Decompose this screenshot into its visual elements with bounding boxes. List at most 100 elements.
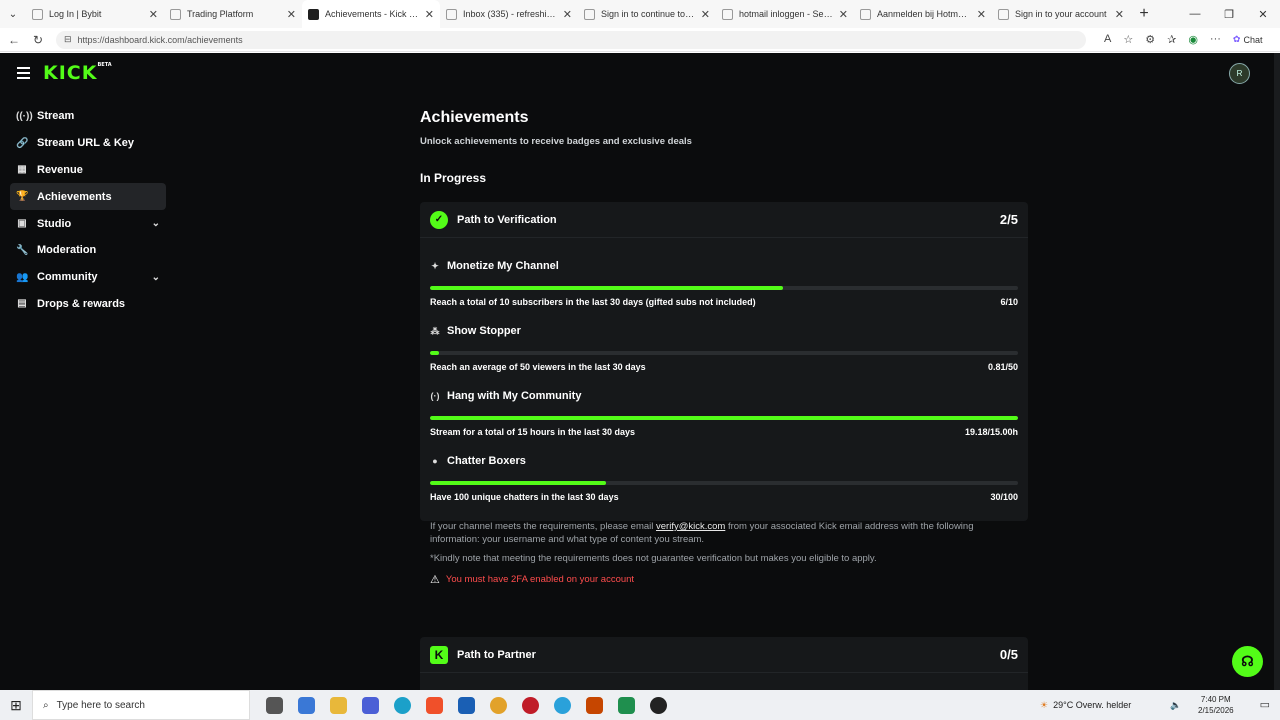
sidebar-item-label: Revenue [37, 163, 83, 176]
mail-icon[interactable] [458, 696, 475, 714]
weather-widget[interactable]: ☀ 29°C Overw. helder [1040, 690, 1131, 720]
tab-close-icon[interactable]: ✕ [839, 8, 848, 21]
verification-card-header[interactable]: ✓ Path to Verification 2/5 [420, 202, 1028, 238]
support-chat-button[interactable]: ☊ [1232, 646, 1263, 677]
tab-favicon-icon [998, 8, 1009, 20]
more-menu-icon[interactable]: ··· [1210, 33, 1221, 46]
sidebar-item-drops-rewards[interactable]: ▤ Drops & rewards [10, 291, 166, 318]
sidebar-item-stream[interactable]: ((·)) Stream [10, 103, 166, 130]
search-icon: ⌕ [43, 699, 49, 711]
tab-favicon-icon [860, 8, 871, 20]
tab-favicon-icon [170, 8, 181, 20]
volume-icon[interactable]: 🔈 [1170, 700, 1181, 711]
favorites-icon[interactable]: ✰ [1167, 33, 1176, 46]
sidebar-item-label: Stream URL & Key [37, 137, 134, 150]
achievement-progress-bar [430, 286, 1018, 290]
profile-sync-icon[interactable]: ◉ [1188, 33, 1198, 46]
browser-tab[interactable]: Trading Platform ✕ [164, 0, 302, 28]
verification-note: If your channel meets the requirements, … [420, 520, 1028, 546]
favorite-star-icon[interactable]: ☆ [1123, 33, 1133, 46]
obs-icon[interactable] [650, 696, 667, 714]
chrome-icon[interactable] [490, 696, 507, 714]
back-icon[interactable]: ← [2, 33, 26, 47]
taskbar-search-box[interactable]: ⌕ Type here to search [32, 690, 250, 720]
wrench-icon: 🔧 [16, 244, 29, 256]
browser-tab[interactable]: Inbox (335) - refreshingvibez ✕ [440, 0, 578, 28]
sidebar-item-community[interactable]: 👥 Community ⌄ [10, 264, 166, 291]
edge-icon[interactable] [394, 696, 411, 714]
restore-icon[interactable]: ❐ [1212, 0, 1246, 28]
tab-title: Log In | Bybit [49, 9, 102, 19]
sidebar-item-moderation[interactable]: 🔧 Moderation [10, 237, 166, 264]
achievement-description: Reach an average of 50 viewers in the la… [430, 362, 646, 372]
sidebar: ((·)) Stream 🔗 Stream URL & Key ▦ Revenue 🏆 Ach… [10, 103, 166, 317]
tab-close-icon[interactable]: ✕ [425, 8, 434, 21]
browser-tab[interactable]: Sign in to your account ✕ [992, 0, 1130, 28]
chevron-down-icon[interactable]: ⌄ [152, 218, 160, 229]
task-view-icon[interactable] [266, 696, 283, 714]
page-subtitle: Unlock achievements to receive badges an… [420, 136, 692, 147]
browser-tab[interactable]: hotmail inloggen - Search ✕ [716, 0, 854, 28]
achievement-title: Show Stopper [447, 325, 521, 337]
page-title: Achievements [420, 109, 529, 126]
store-icon[interactable] [298, 696, 315, 714]
url-text: https://dashboard.kick.com/achievements [77, 34, 243, 45]
achievement-description: Have 100 unique chatters in the last 30 … [430, 492, 619, 502]
teams-icon[interactable] [362, 696, 379, 714]
site-info-icon[interactable]: ⊟ [64, 34, 72, 45]
hamburger-menu-icon[interactable] [17, 67, 30, 82]
warning-icon: ⚠ [430, 574, 440, 586]
window-controls: — ❐ ✕ [1178, 0, 1280, 28]
brave-icon[interactable] [426, 696, 443, 714]
browser-tab[interactable]: Aanmelden bij Hotmail - Mic ✕ [854, 0, 992, 28]
partner-card-header[interactable]: K Path to Partner 0/5 [420, 637, 1028, 673]
browser-tab[interactable]: Log In | Bybit ✕ [26, 0, 164, 28]
tab-close-icon[interactable]: ✕ [977, 8, 986, 21]
copilot-button[interactable]: ✿ Chat [1233, 34, 1263, 45]
antenna-icon: (·) [430, 391, 440, 401]
tab-title: Sign in to continue to Gmail [601, 9, 695, 19]
windows-start-icon[interactable]: ⊞ [0, 697, 32, 714]
opera-icon[interactable] [522, 696, 539, 714]
verification-card: ✓ Path to Verification 2/5 ✦ Monetize My … [420, 202, 1028, 586]
achievement-description: Stream for a total of 15 hours in the la… [430, 427, 636, 437]
browser-tab[interactable]: Sign in to continue to Gmail ✕ [578, 0, 716, 28]
partner-count: 0/5 [999, 647, 1018, 662]
minimize-icon[interactable]: — [1178, 0, 1212, 28]
tab-close-icon[interactable]: ✕ [563, 8, 572, 21]
tab-title: Trading Platform [187, 9, 254, 19]
chevron-down-icon[interactable]: ⌄ [152, 272, 160, 283]
achievement-progress-fill [430, 481, 607, 485]
refresh-icon[interactable]: ↻ [26, 33, 50, 47]
sidebar-item-achievements[interactable]: 🏆 Achievements [10, 183, 166, 211]
notifications-icon[interactable]: ▭ [1260, 698, 1270, 711]
kick-k-icon: K [430, 645, 448, 664]
tab-close-icon[interactable]: ✕ [287, 8, 296, 21]
sidebar-item-studio[interactable]: ▣ Studio ⌄ [10, 210, 166, 237]
url-field[interactable]: ⊟ https://dashboard.kick.com/achievement… [56, 30, 1086, 49]
browser-tab[interactable]: Achievements - Kick Dashboard ✕ [302, 0, 440, 28]
kick-logo[interactable]: KICKBETA [43, 62, 112, 84]
file-explorer-icon[interactable] [330, 696, 347, 714]
avatar[interactable]: R [1229, 63, 1250, 84]
extensions-icon[interactable]: ⚙ [1145, 33, 1155, 46]
read-aloud-icon[interactable]: A [1104, 33, 1111, 46]
sidebar-item-revenue[interactable]: ▦ Revenue [10, 157, 166, 184]
close-window-icon[interactable]: ✕ [1246, 0, 1280, 28]
logo-beta-tag: BETA [97, 62, 112, 68]
sidebar-item-label: Studio [37, 217, 72, 230]
scrollbar[interactable] [1274, 53, 1280, 690]
verify-email-link[interactable]: verify@kick.com [656, 521, 725, 532]
tab-close-icon[interactable]: ✕ [149, 8, 158, 21]
taskbar-clock[interactable]: 7:40 PM 2/15/2026 [1198, 694, 1234, 716]
new-tab-button[interactable]: + [1130, 5, 1158, 23]
tab-title: Inbox (335) - refreshingvibez [463, 9, 557, 19]
tab-close-icon[interactable]: ✕ [1115, 8, 1124, 21]
telegram-icon[interactable] [554, 696, 571, 714]
vpn-icon[interactable] [586, 696, 603, 714]
app-green-icon[interactable] [618, 696, 635, 714]
achievement-progress-fill [430, 286, 783, 290]
tab-close-icon[interactable]: ✕ [701, 8, 710, 21]
sidebar-item-stream-url-key[interactable]: 🔗 Stream URL & Key [10, 130, 166, 157]
tab-actions-icon[interactable]: ⌄ [0, 0, 26, 28]
